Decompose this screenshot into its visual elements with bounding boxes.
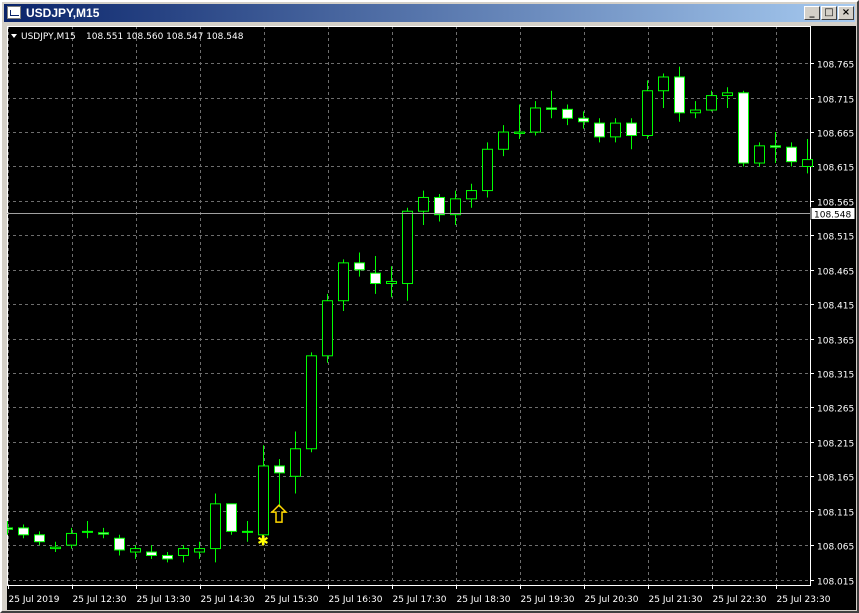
time-axis-label: 25 Jul 2019 (9, 595, 60, 605)
candle-body (578, 117, 589, 123)
price-axis-label: 108.265 (817, 405, 854, 415)
candle-body (610, 122, 621, 138)
candle-body (514, 131, 525, 134)
candle-body (466, 190, 477, 200)
time-axis-label: 25 Jul 21:30 (649, 595, 703, 605)
candle-body (18, 527, 29, 536)
candle-body (82, 530, 93, 533)
chart-background (7, 26, 856, 610)
price-axis-label: 108.765 (817, 61, 854, 71)
time-axis-label: 25 Jul 17:30 (393, 595, 447, 605)
candle-body (98, 532, 109, 535)
time-axis-label: 25 Jul 12:30 (73, 595, 127, 605)
candle-body (194, 548, 205, 553)
candle-body (258, 465, 269, 536)
maximize-button[interactable]: □ (821, 6, 837, 20)
candle-body (322, 300, 333, 357)
time-axis-label: 25 Jul 14:30 (201, 595, 255, 605)
candle-body (50, 546, 61, 550)
candle-body (66, 532, 77, 546)
candle-body (354, 262, 365, 271)
time-axis-label: 25 Jul 19:30 (521, 595, 575, 605)
candle-body (626, 122, 637, 136)
candle-body (690, 109, 701, 114)
chart-window: USDJPY,M15 _ □ × 108.765 108.715 108.665 10… (0, 0, 859, 613)
candle-body (530, 107, 541, 133)
candle-body (402, 210, 413, 285)
time-axis-label: 25 Jul 13:30 (137, 595, 191, 605)
current-price-label: 108.548 (814, 211, 851, 221)
candle[interactable] (482, 142, 493, 198)
chart-symbol-label: USDJPY,M15 (21, 32, 76, 42)
candle-body (210, 503, 221, 550)
candle-body (786, 146, 797, 163)
time-axis-label: 25 Jul 20:30 (585, 595, 639, 605)
time-axis-label: 25 Jul 15:30 (265, 595, 319, 605)
price-axis-label: 108.515 (817, 233, 854, 243)
price-axis-label: 108.465 (817, 268, 854, 278)
candle-body (34, 534, 45, 543)
candle-body (450, 198, 461, 216)
time-axis-label: 25 Jul 16:30 (329, 595, 383, 605)
candle-body (338, 262, 349, 302)
price-axis-label: 108.015 (817, 578, 854, 588)
time-axis-label: 25 Jul 23:30 (777, 595, 831, 605)
time-axis-label: 25 Jul 18:30 (457, 595, 511, 605)
price-axis-label: 108.315 (817, 371, 854, 381)
price-axis-label: 108.365 (817, 337, 854, 347)
minimize-button[interactable]: _ (804, 6, 820, 20)
time-axis-label: 25 Jul 22:30 (713, 595, 767, 605)
candle-body (274, 465, 285, 474)
price-axis-label: 108.165 (817, 474, 854, 484)
candle-body (738, 92, 749, 164)
candle-body (370, 272, 381, 285)
title-bar[interactable]: USDJPY,M15 _ □ × (4, 4, 855, 22)
candle-body (306, 355, 317, 450)
candle-body (290, 448, 301, 477)
close-button[interactable]: × (838, 6, 854, 20)
candle-body (674, 76, 685, 114)
candle-body (754, 145, 765, 164)
price-axis-label: 108.615 (817, 164, 854, 174)
price-axis-label: 108.215 (817, 440, 854, 450)
candle-body (546, 107, 557, 110)
candle-body (7, 527, 13, 530)
candle-body (146, 551, 157, 556)
candle-body (562, 108, 573, 119)
candle-body (722, 92, 733, 97)
price-axis-label: 108.065 (817, 543, 854, 553)
candle-body (658, 76, 669, 92)
candle-body (594, 122, 605, 138)
price-axis-label: 108.415 (817, 302, 854, 312)
candle-body (482, 148, 493, 192)
candle[interactable] (738, 90, 749, 167)
candle-body (770, 145, 781, 148)
candle-body (498, 131, 509, 150)
star-icon: ✱ (257, 533, 269, 549)
candle-body (706, 95, 717, 111)
candle-body (434, 196, 445, 216)
candle-body (178, 548, 189, 556)
candle-body (130, 548, 141, 553)
candle-body (802, 159, 813, 167)
candle-body (114, 537, 125, 551)
price-axis-label: 108.715 (817, 96, 854, 106)
candle[interactable] (322, 293, 333, 363)
candle-body (226, 503, 237, 532)
chart-ohlc-values: 108.551 108.560 108.547 108.548 (86, 32, 244, 42)
price-chart[interactable]: 108.765108.715108.665108.615108.565108.5… (7, 26, 856, 610)
candle-body (418, 196, 429, 212)
candle-body (162, 554, 173, 560)
chart-window-icon[interactable] (7, 6, 21, 19)
candle-body (642, 90, 653, 136)
candle[interactable] (306, 352, 317, 453)
candle-body (242, 530, 253, 533)
price-axis-label: 108.115 (817, 509, 854, 519)
candle[interactable] (226, 503, 237, 535)
price-axis-label: 108.665 (817, 130, 854, 140)
window-title: USDJPY,M15 (26, 6, 100, 20)
candle-body (386, 280, 397, 285)
candle[interactable] (754, 142, 765, 167)
